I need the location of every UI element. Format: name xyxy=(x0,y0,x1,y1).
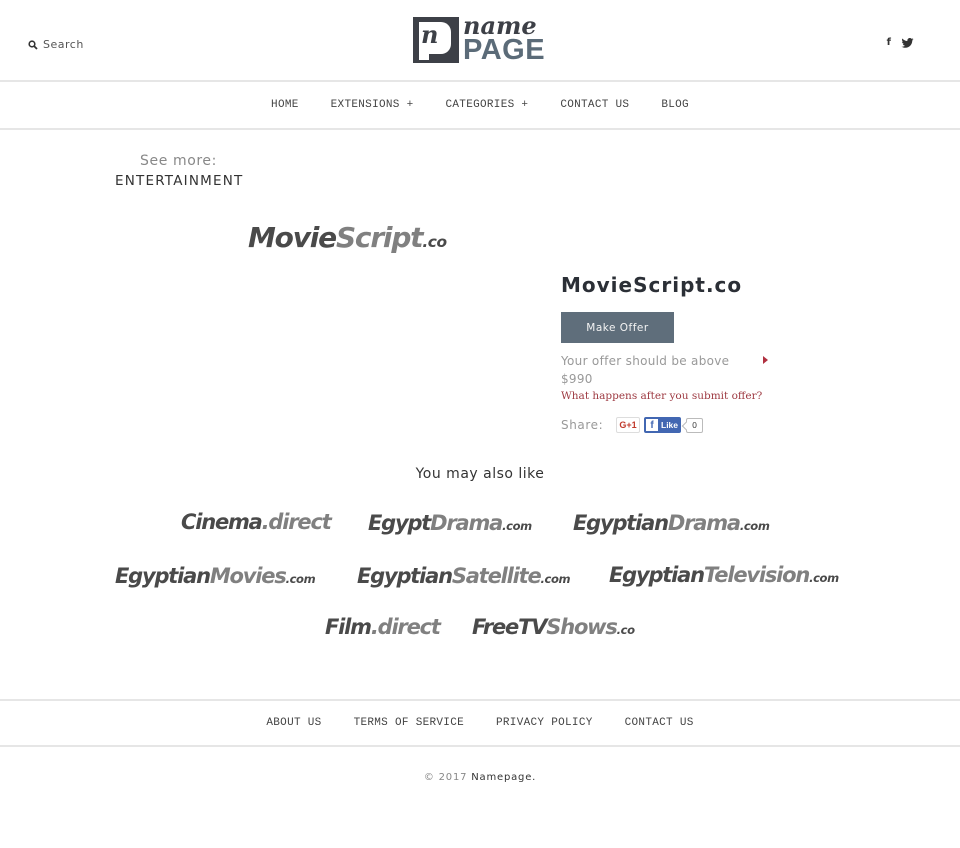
minimum-offer-note: Your offer should be above $990 xyxy=(561,354,730,386)
search-placeholder: Search xyxy=(43,38,84,51)
make-offer-button[interactable]: Make Offer xyxy=(561,312,674,343)
footer-privacy-policy[interactable]: PRIVACY POLICY xyxy=(496,717,593,729)
nav-blog[interactable]: BLOG xyxy=(661,99,689,111)
copyright: © 2017 Namepage. xyxy=(0,772,960,783)
footer-terms-of-service[interactable]: TERMS OF SERVICE xyxy=(354,717,464,729)
namepage-logo[interactable]: n name PAGE xyxy=(413,11,549,66)
related-domain-egyptdrama[interactable]: EgyptDrama.com xyxy=(368,511,532,535)
facebook-icon[interactable]: f xyxy=(887,37,891,48)
related-domain-freetvshows[interactable]: FreeTVShows.co xyxy=(472,615,635,639)
google-plus-button[interactable]: G+1 xyxy=(616,417,640,433)
footer-contact-us[interactable]: CONTACT US xyxy=(625,717,694,729)
facebook-like-label: Like xyxy=(661,420,679,430)
nav-home[interactable]: HOME xyxy=(271,99,299,111)
related-title: You may also like xyxy=(415,466,545,482)
related-domain-film-direct[interactable]: Film.direct xyxy=(325,615,441,639)
footer-about-us[interactable]: ABOUT US xyxy=(266,717,321,729)
twitter-icon[interactable] xyxy=(901,37,914,48)
nav-categories[interactable]: CATEGORIES + xyxy=(445,99,528,111)
social-links: f xyxy=(887,37,914,48)
facebook-like-button[interactable]: f Like xyxy=(644,417,681,433)
related-domain-cinema-direct[interactable]: Cinema.direct xyxy=(181,510,332,534)
namepage-link[interactable]: Namepage. xyxy=(471,772,536,783)
copyright-year: © 2017 xyxy=(423,772,468,783)
main-nav: HOME EXTENSIONS + CATEGORIES + CONTACT U… xyxy=(0,82,960,130)
nav-contact-us[interactable]: CONTACT US xyxy=(560,99,629,111)
caret-right-icon[interactable] xyxy=(763,356,768,364)
related-domain-egyptianmovies[interactable]: EgyptianMovies.com xyxy=(115,564,316,588)
logo-mark: n xyxy=(413,17,459,63)
logo-mark-letter: n xyxy=(421,20,439,49)
domain-title: MovieScript.co xyxy=(561,273,743,297)
search-icon xyxy=(28,39,38,50)
category-link[interactable]: ENTERTAINMENT xyxy=(115,173,243,189)
facebook-icon: f xyxy=(646,419,658,431)
related-domain-egyptiansatellite[interactable]: EgyptianSatellite.com xyxy=(357,564,571,588)
share-label: Share: xyxy=(561,418,604,432)
related-domain-egyptiantelevision[interactable]: EgyptianTelevision.com xyxy=(609,563,839,587)
logo-text-page: PAGE xyxy=(463,34,546,66)
related-domain-egyptiandrama[interactable]: EgyptianDrama.com xyxy=(573,511,770,535)
nav-extensions[interactable]: EXTENSIONS + xyxy=(331,99,414,111)
footer-nav: ABOUT US TERMS OF SERVICE PRIVACY POLICY… xyxy=(0,699,960,747)
what-happens-link[interactable]: What happens after you submit offer? xyxy=(561,390,762,402)
domain-logo-image: MovieScript.co xyxy=(248,221,447,254)
facebook-like-count: 0 xyxy=(686,418,703,433)
header: Search n name PAGE f xyxy=(0,0,960,82)
search-input[interactable]: Search xyxy=(28,38,84,51)
see-more-label: See more: xyxy=(140,153,217,169)
